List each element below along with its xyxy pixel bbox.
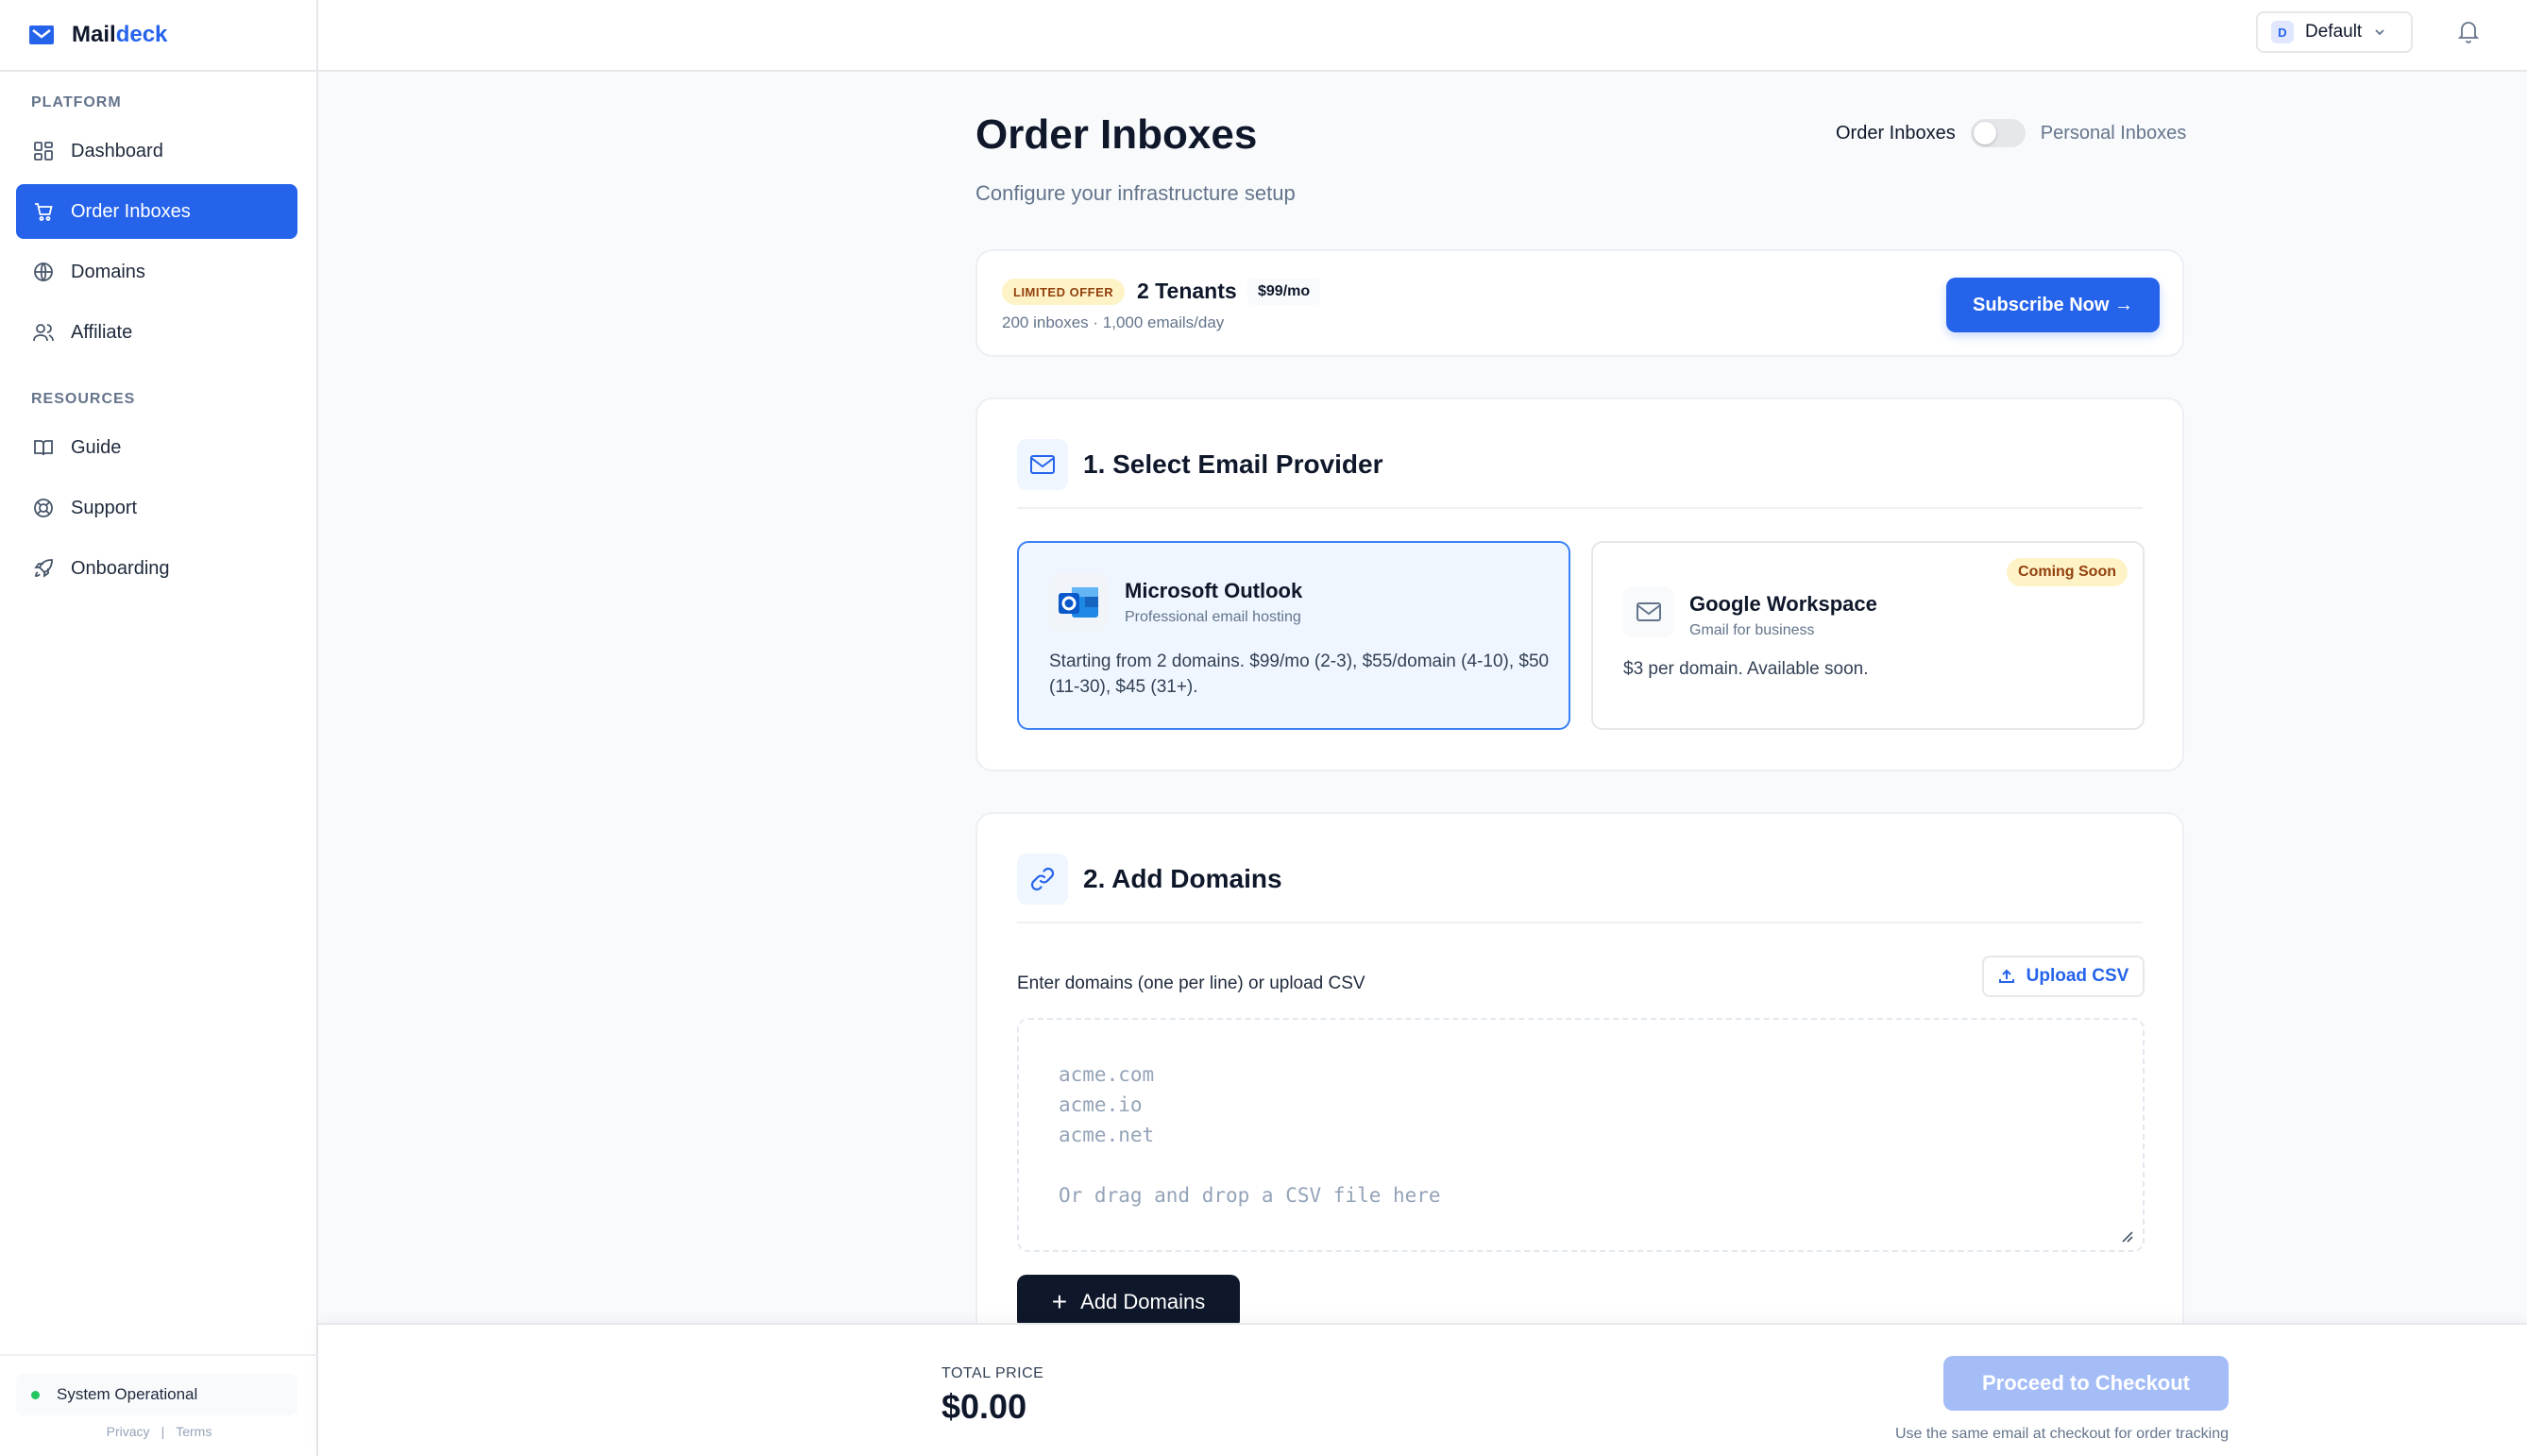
chevron-down-icon — [2375, 29, 2384, 36]
checkout-note: Use the same email at checkout for order… — [1894, 1426, 2229, 1442]
provider-tagline: Gmail for business — [1689, 622, 1815, 638]
workspace-name: Default — [2305, 22, 2363, 42]
mail-logo-icon — [29, 25, 54, 44]
system-status: System Operational — [16, 1374, 297, 1415]
section-divider — [1017, 507, 2143, 509]
brand-name: Maildeck — [72, 22, 168, 47]
mail-icon — [1017, 439, 1068, 490]
limited-offer-badge: LIMITED OFFER — [1002, 279, 1126, 305]
provider-option-google[interactable]: Coming Soon Google Workspace Gmail for b… — [1591, 541, 2145, 730]
sidebar-item-domains[interactable]: Domains — [16, 245, 297, 299]
sidebar-item-onboarding[interactable]: Onboarding — [16, 541, 297, 596]
provider-description: Starting from 2 domains. $99/mo (2-3), $… — [1049, 652, 1550, 697]
google-mail-icon — [1623, 586, 1674, 637]
upload-csv-button[interactable]: Upload CSV — [1982, 956, 2145, 997]
legal-separator: | — [161, 1424, 165, 1439]
page-title: Order Inboxes — [975, 111, 1258, 158]
sidebar-item-label: Onboarding — [71, 557, 170, 579]
coming-soon-badge: Coming Soon — [2007, 558, 2128, 586]
proceed-to-checkout-button[interactable]: Proceed to Checkout — [1943, 1356, 2229, 1411]
total-price-value: $0.00 — [941, 1387, 1027, 1426]
add-domains-label: Add Domains — [1080, 1290, 1206, 1313]
offer-details: 200 inboxes · 1,000 emails/day — [1002, 313, 1225, 331]
total-price-label: TOTAL PRICE — [941, 1365, 1044, 1381]
outlook-logo-icon — [1049, 573, 1108, 632]
sidebar-item-label: Order Inboxes — [71, 200, 191, 222]
topbar — [318, 0, 2527, 72]
sidebar: Maildeck PLATFORM Dashboard Order Inboxe… — [0, 0, 318, 1456]
sidebar-item-order-inboxes[interactable]: Order Inboxes — [16, 184, 297, 239]
domains-section-header: 2. Add Domains — [1017, 854, 1282, 905]
rocket-icon — [34, 559, 53, 578]
link-icon — [1017, 854, 1068, 905]
checkout-bar: TOTAL PRICE $0.00 Proceed to Checkout Us… — [318, 1323, 2527, 1456]
offer-banner: LIMITED OFFER 2 Tenants $99/mo 200 inbox… — [975, 249, 2184, 357]
inbox-type-switch[interactable] — [1970, 119, 2026, 147]
add-domains-button[interactable]: + Add Domains — [1017, 1275, 1240, 1329]
privacy-link[interactable]: Privacy — [107, 1424, 150, 1439]
toggle-right-label[interactable]: Personal Inboxes — [2041, 123, 2187, 144]
sidebar-item-label: Dashboard — [71, 140, 163, 161]
provider-section-header: 1. Select Email Provider — [1017, 439, 1383, 490]
brand[interactable]: Maildeck — [0, 0, 316, 72]
provider-description: $3 per domain. Available soon. — [1623, 659, 1869, 679]
sidebar-item-dashboard[interactable]: Dashboard — [16, 124, 297, 178]
plus-icon: + — [1051, 1287, 1068, 1316]
upload-icon — [1998, 969, 2014, 983]
inbox-mode-toggle: Order Inboxes Personal Inboxes — [1836, 119, 2186, 147]
sidebar-divider — [0, 1354, 318, 1356]
provider-tagline: Professional email hosting — [1125, 609, 1301, 625]
sidebar-item-label: Domains — [71, 261, 145, 282]
sidebar-item-label: Guide — [71, 436, 122, 458]
domains-input-label: Enter domains (one per line) or upload C… — [1017, 973, 1365, 993]
lifebuoy-icon — [34, 499, 53, 517]
sidebar-item-guide[interactable]: Guide — [16, 420, 297, 475]
workspace-avatar: D — [2271, 21, 2294, 43]
offer-title: 2 Tenants — [1137, 279, 1237, 303]
status-text: System Operational — [57, 1385, 198, 1403]
switch-knob — [1973, 122, 1996, 144]
sidebar-item-label: Affiliate — [71, 321, 133, 343]
sidebar-item-support[interactable]: Support — [16, 481, 297, 535]
domains-section-title: 2. Add Domains — [1083, 864, 1282, 893]
legal-links: Privacy | Terms — [0, 1424, 318, 1439]
workspace-switcher[interactable]: D Default — [2256, 11, 2413, 53]
cart-icon — [35, 203, 53, 221]
subscribe-button[interactable]: Subscribe Now → — [1946, 278, 2160, 332]
toggle-left-label[interactable]: Order Inboxes — [1836, 123, 1956, 144]
upload-csv-label: Upload CSV — [2026, 966, 2129, 986]
resources-heading: RESOURCES — [31, 391, 136, 407]
dashboard-icon — [34, 142, 53, 161]
users-icon — [33, 324, 54, 342]
provider-option-outlook[interactable]: Microsoft Outlook Professional email hos… — [1017, 541, 1570, 730]
provider-name: Google Workspace — [1689, 592, 1877, 616]
terms-link[interactable]: Terms — [176, 1424, 212, 1439]
page-subtitle: Configure your infrastructure setup — [975, 181, 1296, 205]
provider-name: Microsoft Outlook — [1125, 579, 1303, 602]
platform-heading: PLATFORM — [31, 94, 122, 110]
sidebar-item-label: Support — [71, 497, 138, 518]
resize-handle-icon[interactable] — [2120, 1229, 2133, 1243]
bell-icon[interactable] — [2457, 19, 2480, 43]
offer-price: $99/mo — [1247, 279, 1321, 305]
globe-icon — [34, 262, 53, 281]
book-icon — [34, 440, 53, 456]
status-dot-icon — [31, 1390, 40, 1399]
sidebar-item-affiliate[interactable]: Affiliate — [16, 305, 297, 360]
section-divider — [1017, 922, 2143, 923]
domains-textarea[interactable]: acme.com acme.io acme.net Or drag and dr… — [1017, 1018, 2145, 1252]
provider-section-title: 1. Select Email Provider — [1083, 449, 1383, 479]
provider-section: 1. Select Email Provider Microsoft Outlo… — [975, 398, 2184, 771]
